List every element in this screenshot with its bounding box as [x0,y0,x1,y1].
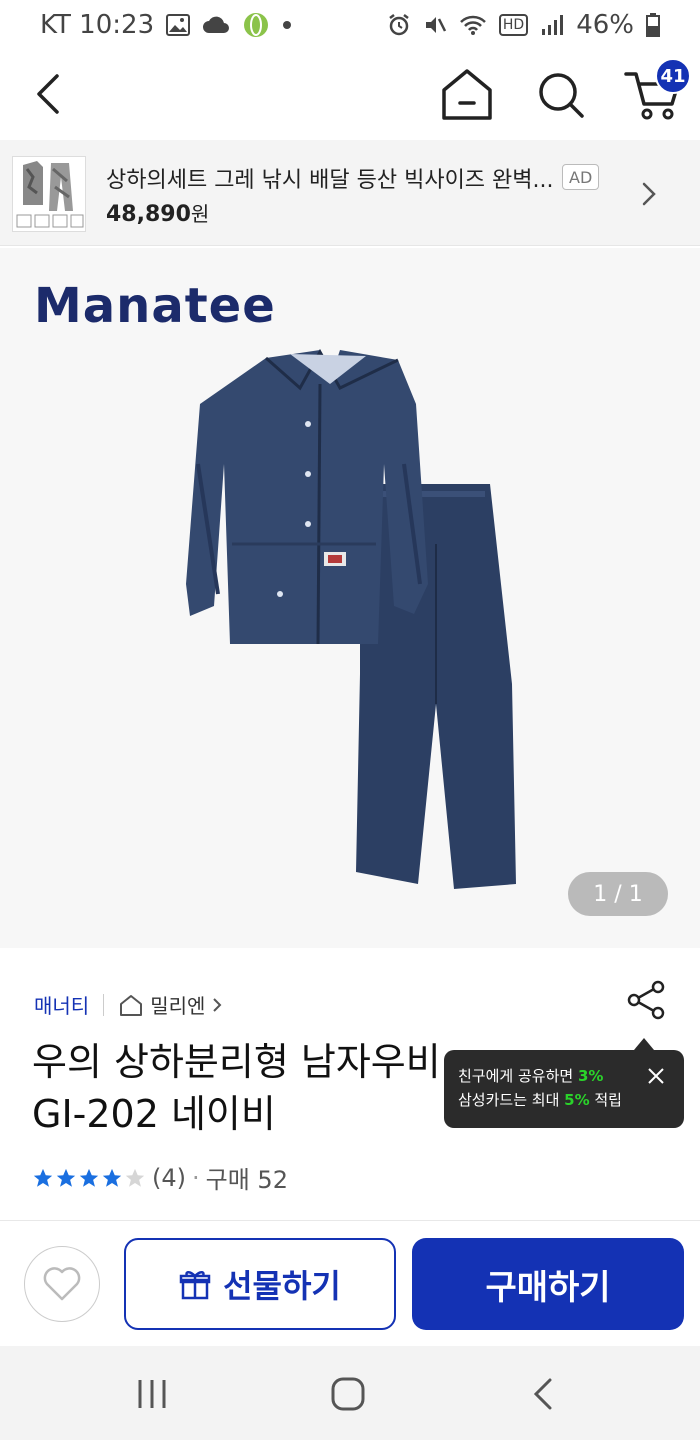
status-right: HD 46% [387,10,660,40]
signal-icon [540,14,564,36]
battery-percent: 46% [576,10,634,40]
store-link[interactable]: 밀리엔 [118,990,223,1019]
recent-apps-icon [138,1380,166,1408]
back-nav-button[interactable] [524,1374,564,1414]
tooltip-line1-highlight: 3% [577,1067,604,1085]
brand-link[interactable]: 매너티 [34,990,89,1019]
back-nav-icon [533,1378,552,1410]
mute-icon [423,13,447,37]
android-nav-bar [0,1346,700,1440]
store-home-icon [120,994,143,1016]
brand-logo: Manatee [34,278,276,334]
tooltip-line2-text: 삼성카드는 최대 [458,1091,565,1109]
ad-thumbnail [12,156,86,232]
review-count: (4) [152,1163,186,1192]
ad-price: 48,890원 [106,198,209,227]
purchase-count: 구매 52 [205,1166,288,1194]
star-filled-icon [56,1168,76,1187]
buy-label: 구매하기 [485,1267,611,1308]
carrier-time: KT 10:23 [40,10,155,40]
store-chevron-icon [213,997,222,1012]
tooltip-line1: 친구에게 공유하면 3% [458,1064,670,1088]
more-dot-icon [282,20,292,30]
gift-icon [179,1271,211,1300]
status-bar: KT 10:23 HD 46% [0,0,700,50]
share-icon [627,980,665,1020]
back-arrow-icon [37,74,59,114]
ad-title: 상하의세트 그레 낚시 배달 등산 빅사이즈 완벽... [106,168,554,193]
home-nav-icon [331,1377,365,1411]
search-icon [539,73,584,118]
star-filled-icon [102,1168,122,1187]
share-button[interactable] [626,980,668,1020]
tooltip-line2-suffix: 적립 [589,1091,622,1109]
separator-dot: · [192,1163,200,1192]
tooltip-line2-highlight: 5% [564,1091,590,1109]
heart-icon [43,1267,81,1301]
home-nav-button[interactable] [328,1374,368,1414]
app-notification-icon [242,11,270,39]
hd-icon: HD [498,14,529,36]
wishlist-button[interactable] [24,1246,100,1322]
alarm-icon [387,13,411,37]
gift-label: 선물하기 [223,1267,341,1305]
ad-tag: AD [562,164,600,190]
recent-apps-button[interactable] [132,1374,172,1414]
battery-icon [646,13,660,37]
search-button[interactable] [532,66,590,124]
cart-count-badge: 41 [655,58,691,94]
gallery-icon [166,14,191,36]
wifi-icon [459,14,487,36]
status-left: KT 10:23 [40,10,292,40]
ad-banner[interactable]: 상하의세트 그레 낚시 배달 등산 빅사이즈 완벽... AD 48,890원 [0,140,700,246]
breadcrumb: 매너티 밀리엔 [34,990,223,1019]
raincoat-illustration [186,348,516,889]
tooltip-line1-text: 친구에게 공유하면 [458,1067,578,1085]
gift-button[interactable]: 선물하기 [124,1238,396,1330]
ad-price-unit: 원 [190,202,210,226]
star-filled-icon [79,1168,99,1187]
ad-price-value: 48,890 [106,202,191,227]
star-empty-icon [125,1168,145,1187]
breadcrumb-divider [103,993,105,1016]
share-reward-tooltip: 친구에게 공유하면 3% 삼성카드는 최대 5% 적립 [444,1038,684,1128]
close-icon[interactable] [646,1066,666,1086]
store-name: 밀리엔 [150,994,206,1018]
cloud-icon [202,15,230,35]
buy-button[interactable]: 구매하기 [412,1238,684,1330]
home-button[interactable] [436,66,498,124]
tooltip-line2: 삼성카드는 최대 5% 적립 [458,1088,670,1112]
back-button[interactable] [24,68,72,120]
top-nav [0,50,700,140]
rating-stars [32,1167,146,1189]
image-page-indicator: 1 / 1 [568,872,668,916]
chevron-right-icon [642,182,656,206]
rating-row[interactable]: (4) · 구매 52 [32,1160,288,1195]
star-filled-icon [33,1168,53,1187]
section-divider [0,1220,700,1221]
bottom-action-bar: 선물하기 구매하기 [0,1222,700,1346]
home-icon [442,69,492,120]
